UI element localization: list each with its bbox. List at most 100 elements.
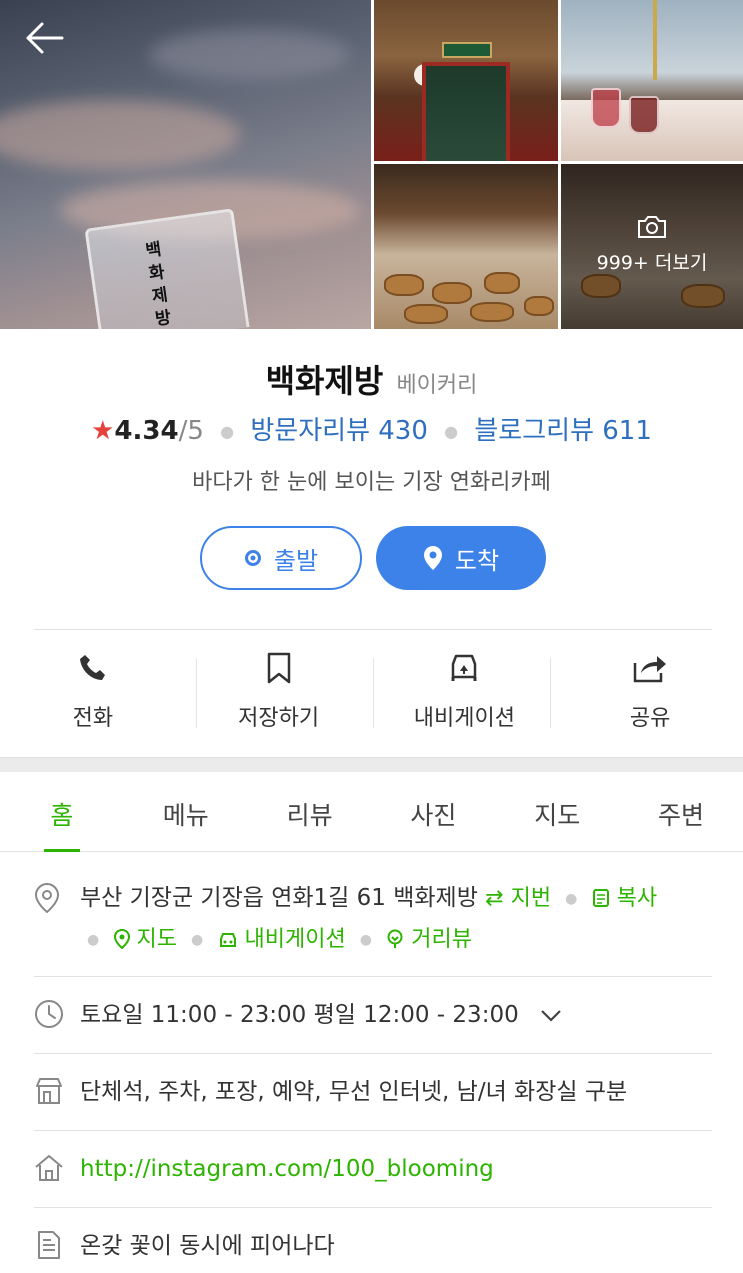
route-arrive-button[interactable]: 도착 (376, 526, 546, 590)
car-small-icon (219, 933, 236, 947)
separator-dot: ● (565, 890, 578, 907)
copy-address-link[interactable]: 복사 (592, 886, 657, 911)
share-button[interactable]: 공유 (557, 648, 743, 738)
more-photos-label: 999+ 더보기 (596, 252, 708, 274)
location-pin-icon (423, 545, 443, 571)
pastry-image (404, 304, 448, 324)
share-label: 공유 (629, 706, 671, 731)
photo-gallery[interactable]: 백화제방 999+ 더보기 (0, 0, 743, 329)
map-pin-icon (34, 882, 60, 918)
bookmark-icon (266, 648, 292, 688)
divider (34, 629, 712, 630)
hours-row[interactable]: 토요일 11:00 - 23:00 평일 12:00 - 23:00 (34, 995, 712, 1035)
street-view-label: 거리뷰 (411, 927, 473, 952)
camera-icon (638, 216, 666, 238)
separator-dot: ● (444, 422, 459, 441)
drink-image (591, 88, 621, 128)
separator-dot: ● (191, 931, 204, 948)
start-point-icon (244, 549, 262, 567)
hours-text: 토요일 11:00 - 23:00 평일 12:00 - 23:00 (80, 1002, 519, 1028)
street-view-link[interactable]: 거리뷰 (386, 927, 472, 952)
jibun-label: 지번 (510, 886, 552, 911)
call-button[interactable]: 전화 (0, 648, 186, 738)
blog-review-link[interactable]: 블로그리뷰 611 (474, 416, 652, 446)
map-label: 지도 (136, 927, 178, 952)
copy-label: 복사 (616, 886, 658, 911)
street-view-icon (387, 929, 403, 948)
tab-menu[interactable]: 메뉴 (124, 772, 248, 851)
place-name: 백화제방 (265, 362, 384, 400)
navigation-button[interactable]: 내비게이션 (372, 648, 558, 738)
tab-map[interactable]: 지도 (495, 772, 619, 851)
copy-icon (592, 889, 609, 907)
route-arrive-label: 도착 (454, 546, 500, 575)
save-button[interactable]: 저장하기 (186, 648, 372, 738)
photo-thumb-drinks[interactable] (561, 0, 743, 161)
home-icon (34, 1153, 64, 1187)
divider (34, 1053, 712, 1054)
share-icon (633, 648, 667, 688)
photo-thumb-pastries[interactable] (374, 164, 558, 329)
swap-arrows-icon: ⇄ (485, 886, 504, 911)
tab-home[interactable]: 홈 (0, 772, 124, 852)
tab-photo[interactable]: 사진 (371, 772, 495, 851)
map-link[interactable]: 지도 (113, 927, 184, 952)
drink-image (629, 96, 659, 134)
navi-link[interactable]: 내비게이션 (218, 927, 353, 952)
tab-review[interactable]: 리뷰 (248, 772, 372, 851)
lamp-pole-image (653, 0, 657, 80)
intro-row: 온갖 꽃이 동시에 피어나다 (34, 1226, 712, 1266)
website-row: http://instagram.com/100_blooming (34, 1149, 712, 1189)
facilities-text: 단체석, 주차, 포장, 예약, 무선 인터넷, 남/녀 화장실 구분 (80, 1079, 628, 1105)
call-label: 전화 (72, 706, 114, 731)
phone-icon (78, 648, 108, 688)
shop-sign (442, 42, 492, 58)
divider (34, 1130, 712, 1131)
facilities-row: 단체석, 주차, 포장, 예약, 무선 인터넷, 남/녀 화장실 구분 (34, 1072, 712, 1112)
photo-thumb-entrance[interactable] (374, 0, 558, 161)
place-category: 베이커리 (396, 373, 478, 398)
rating-score: 4.34 (114, 416, 179, 446)
navigation-label: 내비게이션 (413, 706, 515, 731)
clock-icon (34, 999, 64, 1033)
store-icon (34, 1076, 64, 1110)
tab-nearby[interactable]: 주변 (619, 772, 743, 851)
visitor-review-link[interactable]: 방문자리뷰 430 (250, 416, 428, 446)
map-pin-small-icon (113, 928, 130, 950)
route-start-label: 출발 (273, 546, 319, 575)
back-arrow-icon (26, 22, 64, 54)
place-description: 바다가 한 눈에 보이는 기장 연화리카페 (192, 470, 551, 495)
route-start-button[interactable]: 출발 (200, 526, 362, 590)
divider (34, 976, 712, 977)
more-photos-button[interactable]: 999+ 더보기 (561, 214, 743, 275)
divider (34, 1207, 712, 1208)
glass-cup-text: 백화제방 (139, 239, 173, 329)
save-label: 저장하기 (238, 706, 320, 731)
star-icon: ★ (91, 416, 115, 446)
chevron-down-icon[interactable] (540, 1009, 562, 1023)
action-bar: 전화 저장하기 내비게이션 공유 (0, 648, 743, 738)
back-button[interactable] (24, 20, 68, 56)
pastry-image (524, 296, 554, 316)
pastry-image (432, 282, 472, 304)
car-navigation-icon (447, 648, 481, 688)
section-divider (0, 757, 743, 772)
document-icon (34, 1230, 64, 1264)
address-text: 부산 기장군 기장읍 연화1길 61 백화제방 (80, 885, 478, 911)
pastry-image (384, 274, 424, 296)
title-row: 백화제방 베이커리 (0, 356, 743, 402)
separator-dot: ● (359, 931, 372, 948)
navi-label: 내비게이션 (244, 927, 346, 952)
separator-dot: ● (87, 931, 100, 948)
glass-cup-image: 백화제방 (84, 208, 250, 329)
address-row: 부산 기장군 기장읍 연화1길 61 백화제방 ⇄ 지번 ● 복사 ● 지도 ●… (34, 878, 712, 960)
website-link[interactable]: http://instagram.com/100_blooming (80, 1156, 494, 1182)
tab-bar: 홈 메뉴 리뷰 사진 지도 주변 (0, 772, 743, 852)
photo-thumb-more[interactable]: 999+ 더보기 (561, 164, 743, 329)
rating-row: ★4.34/5 ● 방문자리뷰 430 ● 블로그리뷰 611 (0, 410, 743, 447)
rating-max: /5 (178, 416, 204, 446)
jibun-link[interactable]: ⇄ 지번 (485, 886, 558, 911)
door-image (422, 62, 510, 161)
pastry-image (470, 302, 514, 322)
separator-dot: ● (220, 422, 235, 441)
